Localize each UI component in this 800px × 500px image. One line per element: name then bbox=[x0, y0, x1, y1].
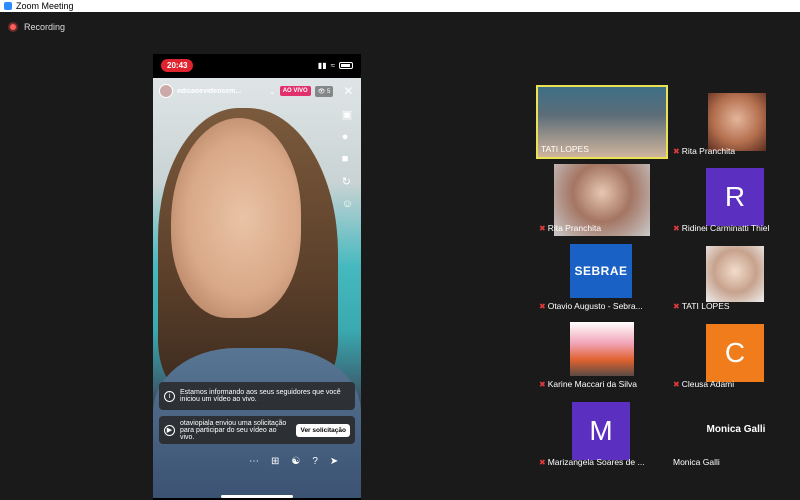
effects-icon[interactable]: ☺ bbox=[342, 198, 353, 210]
join-request-notice: ▶ otaviopiala enviou uma solicitação par… bbox=[159, 416, 355, 444]
participant-name: ✖ Cleusa Adami bbox=[673, 379, 734, 389]
participant-tile[interactable]: ✖ Rita Pranchita bbox=[670, 85, 800, 159]
chevron-down-icon[interactable]: ⌄ bbox=[269, 87, 276, 96]
participant-video bbox=[570, 322, 634, 376]
live-username[interactable]: edicaoevideosem... bbox=[177, 88, 265, 95]
live-badge: AO VIVO bbox=[279, 86, 311, 96]
participant-name: ✖ Marizangela Soares de ... bbox=[539, 457, 645, 467]
participant-tile[interactable]: M ✖ Marizangela Soares de ... bbox=[536, 396, 668, 470]
participant-name-text: Monica Galli bbox=[673, 457, 720, 467]
home-indicator bbox=[221, 495, 293, 498]
video-subject-face bbox=[171, 118, 301, 318]
participant-video bbox=[708, 93, 766, 151]
muted-mic-icon: ✖ bbox=[673, 146, 680, 156]
participant-video bbox=[706, 246, 764, 302]
participant-tile[interactable]: ✖ Karine Maccari da Silva bbox=[536, 318, 668, 392]
participant-name: ✖ Ridinei Carminatti Thiel bbox=[673, 223, 769, 233]
participant-name-text: Ridinei Carminatti Thiel bbox=[681, 223, 770, 233]
invite-icon[interactable]: ☯ bbox=[291, 456, 300, 467]
muted-mic-icon: ✖ bbox=[673, 223, 680, 233]
participant-avatar-letter: C bbox=[706, 324, 764, 382]
image-icon[interactable]: ▣ bbox=[342, 108, 353, 121]
wifi-icon: ≈ bbox=[330, 60, 335, 70]
video-call-icon: ▶ bbox=[164, 424, 175, 436]
phone-time: 20:43 bbox=[161, 58, 194, 72]
signal-icon: ▮▮ bbox=[317, 60, 327, 70]
more-icon[interactable]: ⋯ bbox=[249, 456, 259, 467]
muted-mic-icon: ✖ bbox=[539, 223, 546, 233]
camera-off-icon[interactable]: ■ bbox=[342, 153, 353, 165]
recording-label: Recording bbox=[24, 22, 66, 32]
participant-name-text: Karine Maccari da Silva bbox=[547, 379, 637, 389]
participant-name-text: Cleusa Adami bbox=[681, 379, 735, 389]
participant-tile[interactable]: ✖ TATI LOPES bbox=[670, 240, 800, 314]
send-icon[interactable]: ➤ bbox=[330, 456, 338, 467]
status-icons: ▮▮ ≈ bbox=[318, 61, 353, 70]
question-icon[interactable]: ? bbox=[312, 456, 318, 467]
muted-mic-icon: ✖ bbox=[539, 301, 546, 311]
participant-name: ✖ Rita Pranchita bbox=[673, 146, 735, 156]
participant-name: Monica Galli bbox=[673, 457, 720, 467]
window-titlebar: Zoom Meeting bbox=[0, 0, 800, 12]
live-header: edicaoevideosem... ⌄ AO VIVO 👁 5 ✕ bbox=[159, 82, 355, 100]
bottom-toolbar: ⋯ ⊞ ☯ ? ➤ bbox=[249, 456, 338, 467]
participant-name: TATI LOPES bbox=[541, 144, 589, 154]
participant-avatar-letter: R bbox=[706, 168, 764, 226]
participant-name-text: Rita Pranchita bbox=[681, 146, 736, 156]
participant-avatar-letter: M bbox=[572, 402, 630, 460]
participant-name: ✖ Karine Maccari da Silva bbox=[539, 379, 637, 389]
microphone-icon[interactable]: ● bbox=[342, 131, 353, 143]
participant-name: ✖ Otavio Augusto - Sebra... bbox=[539, 301, 643, 311]
participant-tile[interactable]: Monica Galli Monica Galli bbox=[670, 396, 800, 470]
participant-tile[interactable]: SEBRAE ✖ Otavio Augusto - Sebra... bbox=[536, 240, 668, 314]
participant-name-text: Rita Pranchita bbox=[547, 223, 602, 233]
info-icon: i bbox=[164, 390, 175, 402]
window-title: Zoom Meeting bbox=[16, 1, 74, 11]
participant-name: ✖ TATI LOPES bbox=[673, 301, 730, 311]
muted-mic-icon: ✖ bbox=[673, 379, 680, 389]
zoom-app-icon bbox=[4, 2, 12, 10]
participant-name-text: TATI LOPES bbox=[681, 301, 730, 311]
flip-camera-icon[interactable]: ↻ bbox=[342, 175, 353, 188]
join-request-text: otaviopiala enviou uma solicitação para … bbox=[180, 419, 287, 441]
notice-text: Estamos informando aos seus seguidores q… bbox=[180, 389, 341, 403]
recording-indicator[interactable]: Recording bbox=[8, 22, 65, 32]
close-icon[interactable]: ✕ bbox=[343, 84, 353, 98]
participant-name-text: Otavio Augusto - Sebra... bbox=[547, 301, 643, 311]
side-toolbar: ▣ ● ■ ↻ ☺ bbox=[342, 108, 353, 210]
sebrae-logo: SEBRAE bbox=[570, 244, 632, 298]
muted-mic-icon: ✖ bbox=[539, 457, 546, 467]
record-icon bbox=[8, 22, 18, 32]
participant-tile[interactable]: R ✖ Ridinei Carminatti Thiel bbox=[670, 162, 800, 236]
participant-name: ✖ Rita Pranchita bbox=[539, 223, 601, 233]
participant-name-text: Marizangela Soares de ... bbox=[547, 457, 645, 467]
participant-display-name: Monica Galli bbox=[706, 424, 766, 435]
muted-mic-icon: ✖ bbox=[673, 301, 680, 311]
participant-tile[interactable]: C ✖ Cleusa Adami bbox=[670, 318, 800, 392]
viewer-count-value: 5 bbox=[327, 88, 331, 95]
live-start-notice: i Estamos informando aos seus seguidores… bbox=[159, 382, 355, 410]
viewer-count: 👁 5 bbox=[314, 85, 334, 97]
participant-name-text: TATI LOPES bbox=[541, 144, 589, 154]
participant-tile[interactable]: ✖ Rita Pranchita bbox=[536, 162, 668, 236]
participant-tile[interactable]: TATI LOPES bbox=[536, 85, 668, 159]
phone-status-bar: 20:43 ▮▮ ≈ bbox=[153, 54, 361, 76]
battery-icon bbox=[339, 61, 353, 69]
muted-mic-icon: ✖ bbox=[539, 379, 546, 389]
add-guest-icon[interactable]: ⊞ bbox=[271, 456, 279, 467]
shared-screen: 20:43 ▮▮ ≈ edicaoevideosem... ⌄ AO VIVO … bbox=[153, 54, 361, 500]
profile-avatar[interactable] bbox=[159, 84, 173, 98]
view-request-button[interactable]: Ver solicitação bbox=[296, 423, 350, 437]
